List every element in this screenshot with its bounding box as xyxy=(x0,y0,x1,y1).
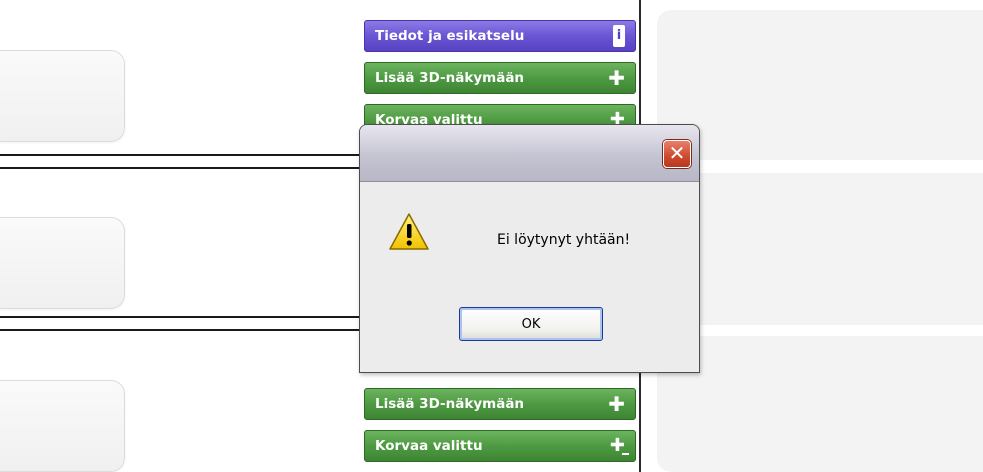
add-to-3d-button[interactable]: Lisää 3D-näkymään ✚ xyxy=(364,62,636,94)
plus-icon: ✚ xyxy=(608,66,625,90)
separator-line xyxy=(0,329,360,331)
close-icon[interactable]: ✕ xyxy=(663,140,691,168)
message-dialog: ✕ Ei löytynyt yhtään! OK xyxy=(359,124,700,373)
info-preview-label: Tiedot ja esikatselu xyxy=(375,28,525,44)
replace-selected-label: Korvaa valittu xyxy=(375,438,483,454)
ok-button[interactable]: OK xyxy=(459,307,603,341)
item-card-3 xyxy=(0,380,125,472)
info-preview-button[interactable]: Tiedot ja esikatselu i xyxy=(364,20,636,52)
separator-line xyxy=(0,154,360,156)
dialog-message: Ei löytynyt yhtään! xyxy=(497,232,631,248)
separator-line xyxy=(0,167,360,169)
info-icon: i xyxy=(613,25,625,47)
preview-panel xyxy=(657,173,983,325)
add-to-3d-label: Lisää 3D-näkymään xyxy=(375,70,525,86)
preview-panel xyxy=(657,336,983,472)
separator-line xyxy=(0,316,360,318)
preview-panel xyxy=(657,10,983,160)
replace-selected-button[interactable]: Korvaa valittu ✚ xyxy=(364,430,636,462)
plus-icon: ✚ xyxy=(608,392,625,416)
warning-icon xyxy=(389,213,429,250)
dialog-titlebar[interactable]: ✕ xyxy=(360,125,699,182)
add-to-3d-button[interactable]: Lisää 3D-näkymään ✚ xyxy=(364,388,636,420)
item-card-1 xyxy=(0,50,125,142)
plus-icon: ✚ xyxy=(609,435,630,456)
dialog-body: Ei löytynyt yhtään! OK xyxy=(360,182,699,372)
item-card-2 xyxy=(0,217,125,309)
add-to-3d-label: Lisää 3D-näkymään xyxy=(375,396,525,412)
